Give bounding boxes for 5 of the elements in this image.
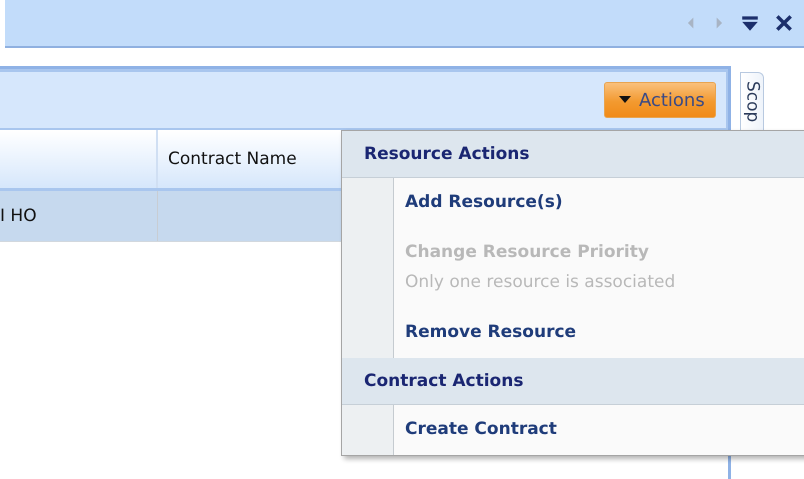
menu-item: Change Resource Priority: [405, 241, 650, 264]
menu-section-title: Resource Actions: [364, 144, 530, 164]
menu-item-note: Only one resource is associated: [405, 271, 676, 294]
menu-section-title: Contract Actions: [364, 371, 524, 391]
table-cell: I HO: [0, 191, 158, 241]
